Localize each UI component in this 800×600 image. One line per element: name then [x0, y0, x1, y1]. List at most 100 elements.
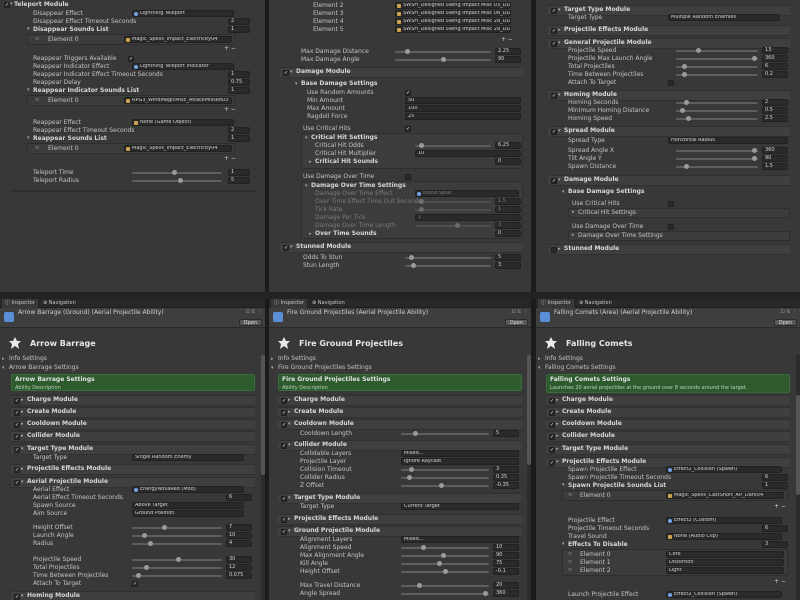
drag-handle-icon[interactable]: ≡: [568, 493, 573, 498]
target-type-dropdown[interactable]: Current Target: [401, 503, 519, 510]
aerial-projectile-toggle[interactable]: ✓: [14, 480, 20, 486]
projectile-speed-field[interactable]: 13: [762, 47, 788, 54]
stunned-module-toggle[interactable]: ✓: [283, 245, 289, 251]
header-tools-icon[interactable]: ⊡ ⇅ ⋮: [780, 309, 797, 315]
critical-hit-multiplier-field[interactable]: 10: [415, 150, 521, 157]
scrollbar[interactable]: [527, 355, 531, 600]
disappear-effect-field[interactable]: Lightning Teleport: [132, 10, 234, 17]
homing-seconds-field[interactable]: 2: [762, 99, 788, 106]
general-projectile-toggle[interactable]: ✓: [551, 41, 557, 47]
chevron-down-icon[interactable]: ▾: [305, 136, 310, 141]
max-damage-angle-field[interactable]: 90: [495, 56, 521, 63]
cooldown-module-toggle[interactable]: ✓: [14, 422, 20, 428]
spawn-source-dropdown[interactable]: Above Target: [132, 502, 244, 509]
damage-module-toggle[interactable]: ✓: [551, 178, 557, 184]
height-offset-field[interactable]: -0.1: [493, 568, 519, 575]
min-homing-distance-field[interactable]: 0.5: [762, 107, 788, 114]
projectile-speed-slider[interactable]: [132, 557, 222, 562]
disappear-timeout-field[interactable]: 2: [228, 18, 250, 25]
time-between-field[interactable]: 0.2: [762, 71, 788, 78]
tab-navigation[interactable]: ⊕ Navigation: [309, 299, 348, 308]
aim-source-dropdown[interactable]: Ground Position: [132, 510, 244, 517]
chevron-right-icon[interactable]: ▸: [556, 422, 561, 427]
stun-length-slider[interactable]: [405, 263, 491, 268]
total-projectiles-field[interactable]: 12: [226, 564, 252, 571]
dot-timeout-field[interactable]: 1.5: [495, 198, 521, 205]
tilt-angle-y-slider[interactable]: [676, 156, 758, 161]
chevron-right-icon[interactable]: ▸: [309, 160, 314, 165]
use-critical-hits-checkbox[interactable]: [668, 201, 674, 207]
homing-speed-field[interactable]: 2.5: [762, 115, 788, 122]
disappear-sounds-count[interactable]: 1: [228, 26, 250, 33]
settings-section-label[interactable]: Falling Comets Settings: [545, 364, 616, 372]
reappear-indicator-effect-field[interactable]: Lightning Teleport Indicator: [132, 63, 234, 70]
stun-length-field[interactable]: 3: [495, 262, 521, 269]
launch-effect-field[interactable]: Effect2_Collision (Spawn): [666, 591, 782, 598]
angle-spread-slider[interactable]: [401, 591, 489, 596]
drag-handle-icon[interactable]: ≡: [35, 37, 40, 42]
target-type-module-toggle[interactable]: ✓: [14, 447, 20, 453]
use-damage-over-time-checkbox[interactable]: [405, 174, 411, 180]
max-travel-distance-field[interactable]: 20: [493, 582, 519, 589]
spawn-timeout-field[interactable]: 6: [762, 474, 788, 481]
ragdoll-force-field[interactable]: 25: [405, 113, 521, 120]
add-element-button[interactable]: + −: [501, 36, 513, 43]
effect-disable-2-field[interactable]: Light: [666, 567, 784, 574]
tilt-angle-y-field[interactable]: 90: [762, 155, 788, 162]
chevron-down-icon[interactable]: ▾: [556, 460, 561, 465]
settings-section-label[interactable]: Fire Ground Projectiles Settings: [278, 364, 372, 372]
settings-section-label[interactable]: Arrow Barrage Settings: [9, 364, 79, 372]
z-offset-slider[interactable]: [401, 483, 489, 488]
chevron-right-icon[interactable]: ▸: [21, 434, 26, 439]
attach-to-target-checkbox[interactable]: [668, 80, 674, 86]
launch-angle-slider[interactable]: [132, 533, 222, 538]
chevron-down-icon[interactable]: ▾: [290, 70, 295, 75]
aerial-timeout-field[interactable]: 6: [226, 494, 252, 501]
cooldown-module-toggle[interactable]: ✓: [549, 422, 555, 428]
max-alignment-angle-field[interactable]: 90: [493, 552, 519, 559]
max-launch-angle-field[interactable]: 360: [762, 55, 788, 62]
reappear-sound-0-field[interactable]: Magic_Spells_Impact_Electricity04: [124, 145, 232, 152]
effects-to-disable-count[interactable]: 3: [762, 541, 788, 548]
header-tools-icon[interactable]: ⊡ ⇅ ⋮: [511, 309, 528, 315]
spread-angle-x-field[interactable]: 360: [762, 147, 788, 154]
projectile-speed-field[interactable]: 30: [226, 556, 252, 563]
sound-element-2[interactable]: SWSH_Designed Swing Impact Misc 03_DDU: [395, 2, 511, 9]
aerial-effect-field[interactable]: EnergyNovaRed (Mod): [132, 486, 244, 493]
add-element-button[interactable]: + −: [774, 503, 786, 510]
critical-hit-odds-slider[interactable]: [415, 143, 491, 148]
projectile-speed-slider[interactable]: [676, 48, 758, 53]
charge-module-toggle[interactable]: ✓: [549, 398, 555, 404]
odds-to-stun-slider[interactable]: [405, 255, 491, 260]
chevron-down-icon[interactable]: ▾: [21, 594, 26, 599]
time-between-slider[interactable]: [132, 573, 222, 578]
chevron-right-icon[interactable]: ▸: [21, 422, 26, 427]
collider-radius-slider[interactable]: [401, 475, 489, 480]
collider-module-toggle[interactable]: ✓: [281, 443, 287, 449]
chevron-right-icon[interactable]: ▸: [556, 434, 561, 439]
alignment-speed-field[interactable]: 10: [493, 544, 519, 551]
chevron-down-icon[interactable]: ▾: [290, 245, 295, 250]
projectile-effect-field[interactable]: Effect2 (Custom): [666, 517, 782, 524]
alignment-layers-dropdown[interactable]: Mixed...: [401, 536, 519, 543]
drag-handle-icon[interactable]: ≡: [35, 146, 40, 151]
chevron-down-icon[interactable]: ▾: [27, 27, 32, 32]
scrollbar[interactable]: [261, 355, 265, 600]
spawn-sounds-count[interactable]: 1: [762, 482, 788, 489]
reappear-delay-field[interactable]: 0.75: [228, 79, 250, 86]
chevron-right-icon[interactable]: ▸: [271, 357, 276, 362]
add-element-button[interactable]: + −: [224, 155, 236, 162]
info-settings-label[interactable]: Info Settings: [9, 355, 47, 363]
chevron-down-icon[interactable]: ▾: [288, 496, 293, 501]
chevron-right-icon[interactable]: ▸: [572, 233, 577, 238]
reappear-triggers-checkbox[interactable]: ✓: [128, 56, 134, 62]
radius-slider[interactable]: [132, 541, 222, 546]
min-amount-field[interactable]: 50: [405, 97, 521, 104]
collision-timeout-slider[interactable]: [401, 467, 489, 472]
chevron-down-icon[interactable]: ▾: [562, 190, 567, 195]
damage-module-toggle[interactable]: ✓: [283, 70, 289, 76]
chevron-down-icon[interactable]: ▾: [27, 88, 32, 93]
chevron-right-icon[interactable]: ▸: [558, 247, 563, 252]
projectile-effects-toggle[interactable]: ✓: [549, 460, 555, 466]
effect-disable-1-field[interactable]: Distortion: [666, 559, 784, 566]
